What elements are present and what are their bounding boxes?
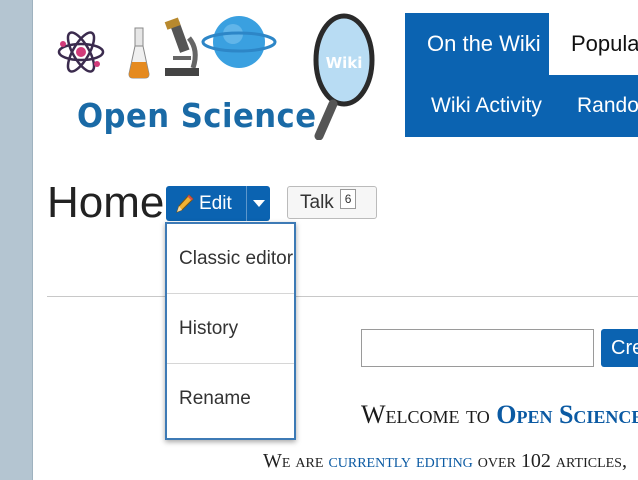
science-icons bbox=[57, 16, 277, 79]
subtext-part1: We are bbox=[263, 450, 329, 472]
edit-dropdown-toggle[interactable] bbox=[247, 199, 270, 208]
welcome-subtext: We are currently editing over 102 articl… bbox=[263, 450, 638, 473]
talk-count-badge: 6 bbox=[339, 188, 357, 209]
chevron-down-icon bbox=[252, 199, 265, 207]
subtext-part2: over 102 articles, bbox=[472, 450, 627, 472]
site-logo[interactable]: Open Science bbox=[53, 12, 316, 135]
pencil-icon bbox=[176, 193, 194, 213]
header-divider bbox=[47, 296, 638, 297]
wiki-badge-text: Wiki bbox=[326, 54, 363, 72]
flask-icon bbox=[128, 27, 150, 79]
wiki-magnifier-icon[interactable]: Wiki bbox=[311, 10, 377, 140]
welcome-heading: Welcome to Open Science W bbox=[361, 400, 638, 430]
menu-item-rename[interactable]: Rename bbox=[167, 364, 294, 434]
edit-button-label: Edit bbox=[199, 192, 232, 214]
nav-wiki-activity[interactable]: Wiki Activity bbox=[431, 79, 551, 133]
nav-random[interactable]: Random bbox=[577, 79, 638, 133]
talk-button[interactable]: Talk 6 bbox=[287, 186, 377, 219]
welcome-site-link[interactable]: Open Science W bbox=[496, 400, 638, 429]
wiki-navigation: On the Wiki Popular Wiki Activity Random bbox=[405, 13, 638, 137]
create-page-input[interactable] bbox=[361, 329, 594, 367]
edit-button[interactable]: Edit bbox=[166, 186, 247, 221]
edit-button-group: Edit bbox=[166, 186, 270, 221]
tab-on-the-wiki[interactable]: On the Wiki bbox=[405, 13, 549, 75]
create-button[interactable]: Cre bbox=[601, 329, 638, 367]
wiki-page: Open Science Wiki On the Wiki Popular Wi… bbox=[32, 0, 638, 480]
menu-item-classic-editor[interactable]: Classic editor bbox=[167, 224, 294, 294]
tab-popular[interactable]: Popular bbox=[549, 13, 638, 75]
left-rail bbox=[0, 0, 32, 480]
microscope-icon bbox=[164, 17, 199, 76]
planet-icon bbox=[201, 16, 277, 68]
page-title: Home bbox=[47, 178, 165, 227]
welcome-prefix: Welcome to bbox=[361, 400, 497, 429]
edit-dropdown-menu: Classic editor History Rename bbox=[165, 222, 296, 440]
site-name: Open Science bbox=[77, 96, 317, 135]
atom-icon bbox=[57, 31, 105, 73]
currently-editing-link[interactable]: currently editing bbox=[328, 450, 472, 472]
menu-item-history[interactable]: History bbox=[167, 294, 294, 364]
talk-button-label: Talk bbox=[300, 191, 334, 213]
